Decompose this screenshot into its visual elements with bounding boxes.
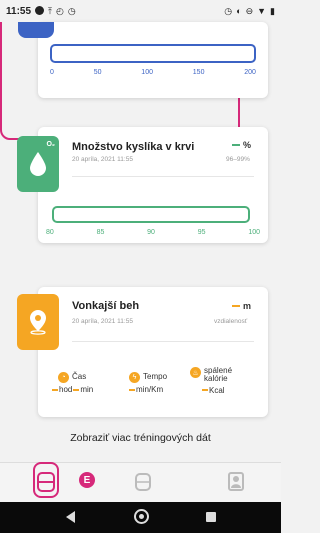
range-bar-green	[52, 206, 250, 223]
metric-label: Tempo	[143, 372, 168, 381]
nav-item-device[interactable]	[134, 471, 154, 493]
divider	[72, 176, 254, 177]
location-pin-icon	[30, 310, 46, 335]
run-date: 20 apríla, 2021 11:55	[72, 318, 133, 325]
wifi-icon: ▼	[257, 5, 267, 16]
watch-icon	[135, 473, 151, 491]
metric-unit: min	[80, 385, 94, 394]
system-nav-bar	[0, 502, 281, 533]
run-badge	[17, 294, 59, 350]
active-tab-highlight	[33, 462, 59, 498]
back-icon[interactable]	[66, 511, 75, 523]
tick-label: 150	[192, 69, 205, 76]
metric-unit: Kcal	[209, 385, 225, 395]
vibrate-icon: ◐	[236, 5, 242, 16]
recent-apps-icon[interactable]	[206, 512, 216, 522]
profile-icon	[228, 472, 244, 491]
range-bar-blue	[50, 44, 256, 63]
range-ticks-blue: 0 50 100 150 200	[50, 69, 256, 76]
home-icon[interactable]	[134, 509, 149, 524]
divider	[72, 341, 254, 342]
status-bar: 11:55 ⤒ ◴ ◷ ◷ ◐ ⊖ ▼ ▮	[0, 0, 281, 22]
nav-item-profile[interactable]	[227, 471, 247, 493]
show-more-training-link[interactable]: Zobraziť viac tréningových dát	[0, 432, 281, 444]
run-title: Vonkajší beh	[72, 300, 140, 312]
upload-icon: ⤒	[48, 5, 53, 16]
oxygen-badge-label: O₂	[46, 141, 55, 148]
metric-unit: hod	[59, 385, 73, 394]
metric-label: Čas	[72, 372, 87, 381]
tick-label: 95	[197, 229, 206, 236]
blue-category-badge	[18, 22, 54, 38]
annotation-badge: E	[79, 472, 95, 488]
metric-time: ◔ Čas hod min	[52, 372, 94, 394]
tick-label: 100	[141, 69, 153, 76]
range-ticks-green: 80 85 90 95 100	[46, 229, 260, 236]
alarm-icon: ◴	[56, 5, 64, 16]
oxygen-title: Množstvo kyslíka v krvi	[72, 141, 195, 153]
tick-label: 50	[93, 69, 102, 76]
tick-label: 90	[147, 229, 155, 236]
record-icon	[35, 5, 45, 15]
lightning-icon: ϟ	[129, 372, 140, 383]
oxygen-value: %	[232, 140, 251, 150]
tick-label: 100	[248, 229, 260, 236]
run-distance-unit: m	[243, 301, 252, 311]
status-time: 11:55	[6, 5, 32, 17]
oxygen-badge: O₂	[17, 136, 59, 192]
metric-unit: min/Km	[136, 385, 164, 394]
clock-icon: ◔	[58, 372, 69, 383]
tick-label: 80	[46, 229, 54, 236]
alarm-icon: ◷	[224, 5, 233, 16]
oxygen-unit: %	[243, 140, 252, 150]
water-drop-icon	[30, 152, 46, 176]
oxygen-range: 96–99%	[226, 156, 250, 163]
dnd-icon: ⊖	[245, 5, 254, 16]
metric-pace: ϟ Tempo min/Km	[129, 372, 167, 394]
run-distance-label: vzdialenosť	[214, 318, 248, 325]
battery-icon: ▮	[270, 5, 275, 16]
metric-label: spálené kalórie	[204, 366, 233, 384]
tick-label: 200	[244, 69, 256, 76]
flame-icon: ♨	[190, 367, 201, 378]
empty-value-dash	[232, 144, 240, 146]
metric-calories: ♨ spálené kalórie Kcal	[190, 366, 242, 395]
empty-value-dash	[232, 305, 240, 307]
oxygen-date: 20 apríla, 2021 11:55	[72, 156, 133, 163]
tick-label: 0	[50, 69, 54, 76]
alarm-clock-icon: ◷	[67, 5, 76, 16]
run-distance-value: m	[232, 301, 251, 311]
tick-label: 85	[96, 229, 105, 236]
